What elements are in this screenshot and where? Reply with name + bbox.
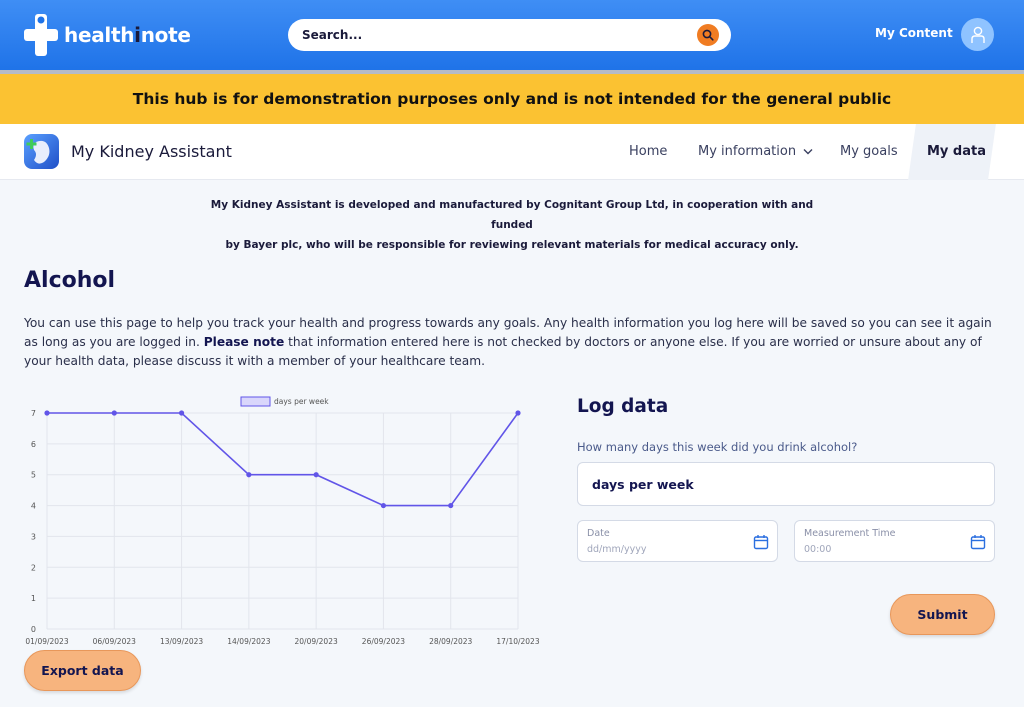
log-data-title: Log data — [577, 396, 669, 417]
disclaimer-line-2: by Bayer plc, who will be responsible fo… — [225, 239, 799, 251]
nav-my-data[interactable]: My data — [927, 124, 986, 180]
y-tick-label: 7 — [31, 409, 36, 418]
x-tick-label: 01/09/2023 — [25, 637, 68, 646]
page-title: Alcohol — [24, 268, 116, 293]
data-point — [515, 410, 521, 416]
legend-swatch — [240, 396, 271, 407]
calendar-icon[interactable] — [753, 534, 769, 550]
x-tick-label: 13/09/2023 — [160, 637, 203, 646]
x-tick-label: 06/09/2023 — [93, 637, 136, 646]
data-point — [44, 410, 50, 416]
kidney-icon — [26, 139, 50, 164]
series-line — [47, 412, 519, 507]
data-point — [246, 472, 252, 478]
app-title: My Kidney Assistant — [71, 142, 232, 161]
healthinote-logo[interactable]: healthinote — [24, 14, 191, 56]
search-button[interactable] — [697, 24, 719, 46]
chevron-down-icon — [803, 149, 813, 155]
demo-banner-text: This hub is for demonstration purposes o… — [132, 90, 892, 108]
user-avatar-button[interactable] — [961, 18, 994, 51]
nav-my-information-label: My information — [698, 144, 797, 159]
nav-my-goals[interactable]: My goals — [840, 124, 898, 180]
date-field: Date — [577, 520, 778, 562]
data-point — [111, 410, 117, 416]
search-input[interactable] — [302, 19, 682, 51]
date-label: Date — [587, 528, 610, 539]
legend-label: days per week — [274, 397, 329, 406]
cross-logo-icon — [24, 14, 58, 56]
days-per-week-field — [577, 462, 995, 506]
y-tick-label: 0 — [31, 625, 36, 634]
data-point — [178, 410, 185, 416]
measurement-time-field: Measurement Time — [794, 520, 995, 562]
my-content-link[interactable]: My Content — [875, 26, 953, 40]
chart-svg: 0 1 2 3 4 5 6 7 01/09/2023 06/09/2023 13/09/2023 14… — [25, 396, 540, 646]
y-tick-label: 2 — [31, 563, 36, 572]
intro-text: You can use this page to help you track … — [24, 316, 992, 368]
submit-button[interactable]: Submit — [890, 594, 995, 635]
search-icon — [702, 29, 714, 41]
x-tick-label: 28/09/2023 — [429, 637, 472, 646]
measurement-time-label: Measurement Time — [804, 528, 896, 539]
search-bar — [288, 19, 731, 51]
days-per-week-input[interactable] — [592, 463, 982, 505]
measurement-time-input[interactable] — [804, 542, 954, 556]
logo-text: healthinote — [64, 23, 191, 47]
data-point — [313, 472, 319, 478]
export-data-button[interactable]: Export data — [24, 650, 141, 691]
user-icon — [970, 26, 985, 43]
nav-my-information[interactable]: My information — [698, 124, 813, 180]
top-header: healthinote My Content — [0, 0, 1024, 74]
log-question: How many days this week did you drink al… — [577, 440, 858, 454]
app-navbar: My Kidney Assistant Home My information … — [0, 124, 1024, 180]
data-point — [380, 502, 387, 509]
x-tick-label: 14/09/2023 — [227, 637, 270, 646]
x-tick-label: 26/09/2023 — [362, 637, 405, 646]
calendar-icon[interactable] — [970, 534, 986, 550]
disclaimer-line-1: My Kidney Assistant is developed and man… — [210, 199, 814, 231]
x-tick-label: 20/09/2023 — [295, 637, 338, 646]
intro-bold-note: Please note — [203, 335, 285, 349]
kidney-app-icon[interactable] — [24, 134, 59, 169]
y-tick-label: 6 — [31, 440, 36, 449]
demo-banner: This hub is for demonstration purposes o… — [0, 74, 1024, 124]
y-tick-label: 3 — [31, 532, 36, 541]
data-point — [448, 502, 454, 509]
date-input[interactable] — [587, 542, 737, 556]
y-tick-label: 4 — [31, 502, 36, 511]
disclaimer: My Kidney Assistant is developed and man… — [200, 195, 824, 255]
y-tick-label: 5 — [31, 471, 36, 480]
alcohol-chart: 0 1 2 3 4 5 6 7 01/09/2023 06/09/2023 13/09/2023 14… — [24, 393, 544, 649]
x-tick-label: 17/10/2023 — [496, 637, 539, 646]
nav-home[interactable]: Home — [629, 124, 667, 180]
y-tick-label: 1 — [31, 594, 36, 603]
